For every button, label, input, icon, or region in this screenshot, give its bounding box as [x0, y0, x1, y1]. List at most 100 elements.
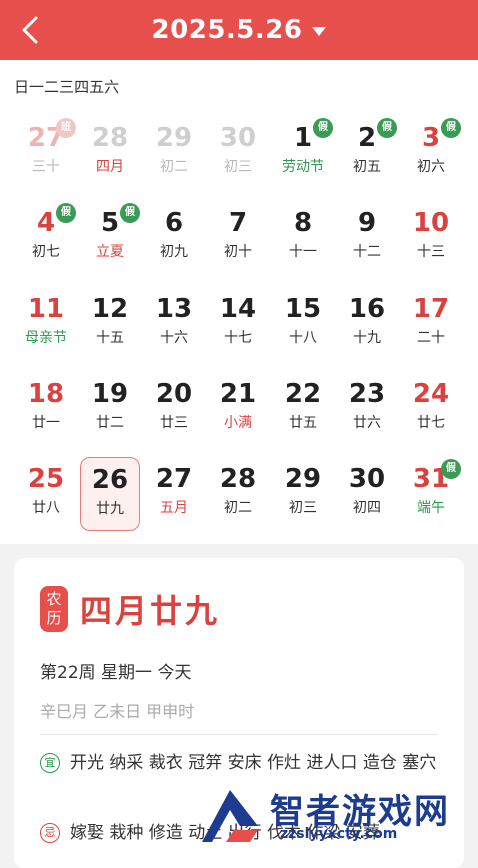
- day-cell[interactable]: 16 十九: [337, 287, 397, 361]
- holiday-badge: 假: [441, 118, 461, 138]
- day-number: 30: [219, 123, 257, 153]
- day-number: 12: [91, 294, 129, 324]
- weekday-label: 五: [89, 78, 105, 96]
- day-cell[interactable]: 18 廿一: [16, 372, 76, 446]
- lunar-label: 三十: [32, 159, 60, 175]
- day-number: 24: [412, 379, 450, 409]
- day-number: 28: [91, 123, 129, 153]
- day-number: 8: [293, 208, 313, 238]
- day-cell[interactable]: 9 十二: [337, 201, 397, 275]
- weekday-label: 一: [29, 78, 45, 96]
- day-number: 16: [348, 294, 386, 324]
- lunar-label: 十一: [289, 244, 317, 260]
- weekday-label: 三: [59, 78, 75, 96]
- watermark-logo-icon: [202, 790, 258, 842]
- lunar-label: 廿一: [32, 415, 60, 431]
- lunar-label: 初六: [417, 159, 445, 175]
- day-cell[interactable]: 5 立夏假: [80, 201, 140, 275]
- day-cell[interactable]: 10 十三: [401, 201, 461, 275]
- lunar-label: 十七: [224, 330, 252, 346]
- lunar-seal-icon: 农历: [40, 586, 68, 632]
- weekday-label: 二: [44, 78, 60, 96]
- current-date-title: 2025.5.26: [151, 15, 303, 45]
- day-cell[interactable]: 15 十八: [273, 287, 333, 361]
- day-cell[interactable]: 22 廿五: [273, 372, 333, 446]
- day-cell[interactable]: 6 初九: [144, 201, 204, 275]
- day-cell[interactable]: 7 初十: [208, 201, 268, 275]
- holiday-badge: 假: [377, 118, 397, 138]
- lunar-label: 五月: [160, 500, 188, 516]
- day-number: 15: [284, 294, 322, 324]
- holiday-badge: 假: [56, 203, 76, 223]
- day-cell[interactable]: 27 五月: [144, 457, 204, 531]
- lunar-label: 初三: [224, 159, 252, 175]
- month-picker[interactable]: 2025.5.26: [0, 0, 478, 60]
- day-cell[interactable]: 19 廿二: [80, 372, 140, 446]
- lunar-label: 廿五: [289, 415, 317, 431]
- lunar-label: 廿九: [96, 501, 124, 517]
- day-cell[interactable]: 1 劳动节假: [273, 116, 333, 190]
- weekday-header: 日一二三四五六: [0, 76, 478, 96]
- day-cell[interactable]: 27 三十班: [16, 116, 76, 190]
- day-cell[interactable]: 2 初五假: [337, 116, 397, 190]
- day-number: 14: [219, 294, 257, 324]
- holiday-badge: 假: [120, 203, 140, 223]
- app-header: 2025.5.26: [0, 0, 478, 60]
- lunar-label: 初九: [160, 244, 188, 260]
- day-cell[interactable]: 4 初七假: [16, 201, 76, 275]
- day-cell-selected[interactable]: 26 廿九: [80, 457, 140, 531]
- day-cell[interactable]: 8 十一: [273, 201, 333, 275]
- ganzhi-info: 辛巳月 乙未日 甲申时: [40, 702, 195, 721]
- day-number: 22: [284, 379, 322, 409]
- day-number: 25: [27, 464, 65, 494]
- holiday-badge: 假: [441, 459, 461, 479]
- day-cell[interactable]: 14 十七: [208, 287, 268, 361]
- day-cell[interactable]: 3 初六假: [401, 116, 461, 190]
- day-cell[interactable]: 24 廿七: [401, 372, 461, 446]
- workday-badge: 班: [56, 118, 76, 138]
- day-cell[interactable]: 11 母亲节: [16, 287, 76, 361]
- lunar-label: 廿六: [353, 415, 381, 431]
- day-number: 26: [91, 465, 129, 495]
- dropdown-caret-icon: [312, 26, 327, 36]
- day-cell[interactable]: 20 廿三: [144, 372, 204, 446]
- day-number: 10: [412, 208, 450, 238]
- day-cell[interactable]: 25 廿八: [16, 457, 76, 531]
- day-cell[interactable]: 21 小满: [208, 372, 268, 446]
- ji-icon: 忌: [40, 823, 60, 843]
- day-number: 29: [284, 464, 322, 494]
- divider: [40, 734, 438, 735]
- day-cell[interactable]: 29 初二: [144, 116, 204, 190]
- day-number: 21: [219, 379, 257, 409]
- weekday-label: 六: [104, 78, 120, 96]
- day-cell[interactable]: 31 端午假: [401, 457, 461, 531]
- day-cell[interactable]: 30 初三: [208, 116, 268, 190]
- day-number: 27: [155, 464, 193, 494]
- week-info: 第22周 星期一 今天: [40, 663, 192, 683]
- day-number: 19: [91, 379, 129, 409]
- day-number: 18: [27, 379, 65, 409]
- day-number: 13: [155, 294, 193, 324]
- lunar-seal-text: 农历: [46, 590, 62, 627]
- weekday-label: 日: [14, 78, 30, 96]
- day-cell[interactable]: 12 十五: [80, 287, 140, 361]
- day-cell[interactable]: 30 初四: [337, 457, 397, 531]
- lunar-label: 初四: [353, 500, 381, 516]
- day-number: 20: [155, 379, 193, 409]
- lunar-label: 初二: [160, 159, 188, 175]
- day-number: 28: [219, 464, 257, 494]
- day-cell[interactable]: 13 十六: [144, 287, 204, 361]
- day-cell[interactable]: 17 二十: [401, 287, 461, 361]
- yi-icon: 宜: [40, 753, 60, 773]
- day-number: 23: [348, 379, 386, 409]
- day-cell[interactable]: 28 四月: [80, 116, 140, 190]
- lunar-label: 初七: [32, 244, 60, 260]
- weekday-label: 四: [74, 78, 90, 96]
- lunar-label: 廿三: [160, 415, 188, 431]
- day-cell[interactable]: 23 廿六: [337, 372, 397, 446]
- day-cell[interactable]: 29 初三: [273, 457, 333, 531]
- day-cell[interactable]: 28 初二: [208, 457, 268, 531]
- day-number: 9: [357, 208, 377, 238]
- lunar-label: 立夏: [96, 244, 124, 260]
- day-number: 29: [155, 123, 193, 153]
